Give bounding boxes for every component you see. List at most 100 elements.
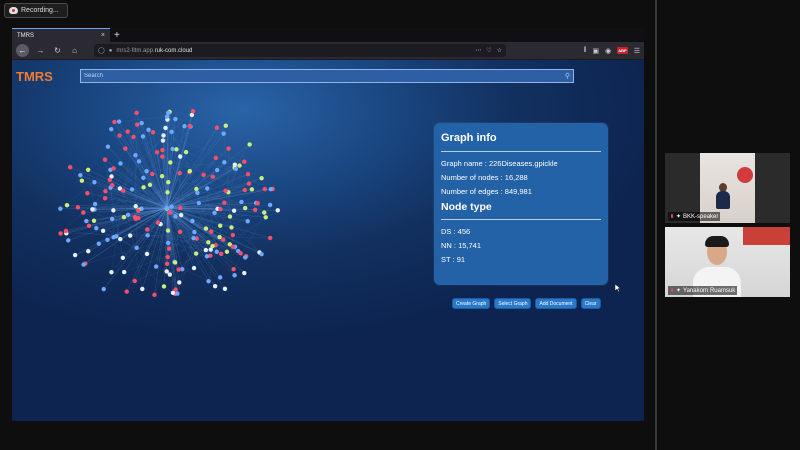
- search-icon[interactable]: ⚲: [565, 72, 570, 80]
- participant-label: ✦ Yanakorn Ruamsuk: [668, 286, 738, 295]
- pocket-icon[interactable]: ♡: [486, 47, 491, 54]
- graph-node: [154, 149, 160, 155]
- new-tab-icon[interactable]: +: [114, 30, 124, 42]
- network-graph[interactable]: [52, 90, 292, 320]
- graph-node: [136, 159, 142, 164]
- close-icon[interactable]: ×: [101, 32, 105, 39]
- more-icon[interactable]: ⋯: [475, 47, 481, 54]
- forward-icon[interactable]: →: [35, 46, 46, 55]
- graph-node: [232, 162, 238, 167]
- graph-node: [120, 255, 126, 261]
- graph-node: [146, 127, 151, 132]
- graph-node: [75, 205, 81, 210]
- graph-edge: [111, 176, 168, 209]
- lock-icon[interactable]: ●: [109, 48, 113, 54]
- graph-node: [222, 160, 227, 165]
- graph-node: [173, 116, 178, 122]
- graph-node: [153, 264, 159, 269]
- graph-node: [161, 133, 166, 138]
- graph-info-title: Graph info: [441, 132, 497, 144]
- clear-button[interactable]: Clear: [580, 298, 601, 309]
- graph-node: [109, 269, 114, 275]
- graph-node: [66, 238, 71, 243]
- sidebar-icon[interactable]: ▣: [593, 47, 600, 55]
- graph-node: [231, 266, 236, 272]
- graph-node: [182, 124, 187, 129]
- graph-node: [203, 226, 209, 231]
- graph-node: [227, 214, 233, 219]
- video-tile-yanakorn[interactable]: ✦ Yanakorn Ruamsuk: [665, 227, 790, 297]
- graph-node: [145, 227, 150, 232]
- shield-icon[interactable]: ◯: [98, 47, 105, 54]
- graph-node: [140, 286, 145, 292]
- add-document-button[interactable]: Add Document: [535, 298, 577, 309]
- graph-node: [212, 210, 217, 216]
- graph-node: [189, 112, 195, 118]
- recording-label: Recording...: [21, 7, 59, 14]
- home-icon[interactable]: ⌂: [69, 46, 80, 55]
- pin-icon: ✦: [676, 288, 682, 294]
- recording-indicator[interactable]: Recording...: [4, 3, 68, 18]
- reload-icon[interactable]: ↻: [52, 46, 63, 55]
- graph-node: [109, 182, 115, 188]
- pin-icon: ✦: [676, 214, 682, 220]
- graph-node: [170, 146, 175, 152]
- graph-node: [252, 207, 258, 213]
- tab-tmrs[interactable]: TMRS ×: [12, 28, 110, 42]
- graph-node: [215, 167, 220, 173]
- node-type-title: Node type: [441, 201, 492, 213]
- graph-node: [163, 125, 168, 131]
- search-input[interactable]: [84, 73, 565, 79]
- graph-node: [124, 289, 129, 294]
- graph-node: [117, 133, 122, 138]
- graph-node: [221, 131, 226, 136]
- app-logo[interactable]: TMRS: [16, 69, 53, 84]
- graph-node: [170, 290, 176, 296]
- graph-node: [262, 210, 267, 215]
- star-icon[interactable]: ☆: [497, 47, 502, 54]
- graph-node: [144, 168, 149, 174]
- graph-node: [102, 196, 108, 201]
- graph-node: [101, 286, 106, 292]
- library-icon[interactable]: ‖: [584, 47, 587, 54]
- menu-icon[interactable]: ☰: [634, 47, 640, 55]
- graph-node: [86, 223, 92, 229]
- panel-divider[interactable]: [655, 0, 657, 450]
- graph-node: [166, 246, 172, 251]
- graph-node: [229, 225, 234, 230]
- graph-node: [127, 233, 133, 238]
- graph-node: [226, 146, 231, 151]
- back-icon[interactable]: ←: [16, 44, 29, 57]
- graph-node: [58, 206, 63, 211]
- graph-node: [201, 172, 206, 178]
- graph-node: [210, 243, 215, 249]
- graph-node: [247, 142, 252, 147]
- create-graph-button[interactable]: Create Graph: [452, 298, 491, 309]
- mic-muted-icon: [670, 287, 674, 294]
- graph-node: [64, 202, 70, 208]
- graph-node: [238, 251, 243, 256]
- graph-node: [263, 215, 268, 220]
- graph-node: [245, 171, 251, 177]
- graph-node: [230, 232, 236, 238]
- graph-node: [152, 292, 157, 298]
- account-icon[interactable]: ◉: [605, 47, 611, 55]
- graph-node: [150, 130, 156, 135]
- video-tile-bkk-speaker[interactable]: ✦ BKK-speaker: [665, 153, 790, 223]
- graph-node: [103, 189, 108, 194]
- participant-hair: [705, 236, 729, 247]
- graph-node: [232, 273, 237, 278]
- graph-node: [191, 235, 196, 241]
- graph-edges: [60, 111, 278, 295]
- graph-node: [214, 125, 220, 130]
- graph-node: [242, 270, 247, 276]
- graph-node: [164, 261, 170, 267]
- graph-node: [100, 228, 106, 233]
- graph-name: Graph name : 226Diseases.gpickle: [441, 159, 558, 168]
- adblock-icon[interactable]: ABP: [617, 47, 628, 54]
- select-graph-button[interactable]: Select Graph: [494, 298, 532, 309]
- graph-node: [118, 161, 123, 166]
- url-bar[interactable]: ◯ ● mrs2-fitm.app.ruk-com.cloud ⋯ ♡ ☆: [94, 44, 506, 57]
- graph-edge: [119, 116, 168, 122]
- graph-node: [131, 134, 136, 140]
